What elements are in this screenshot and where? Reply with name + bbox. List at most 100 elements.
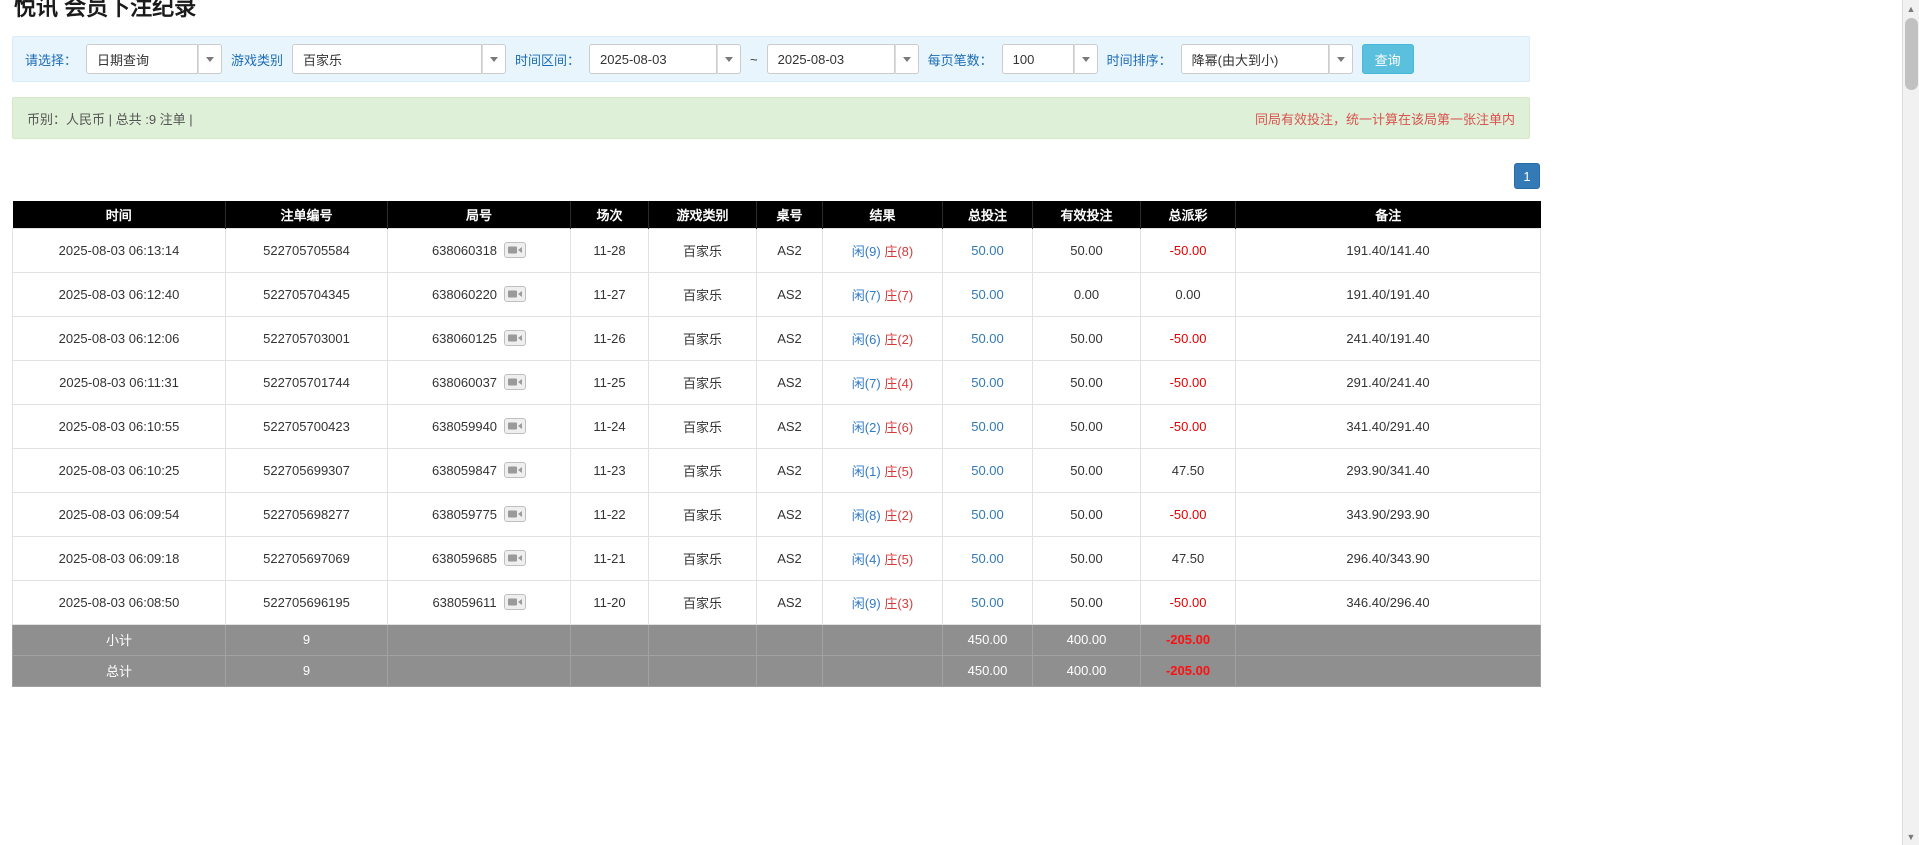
cell-round: 638059847 <box>387 447 571 493</box>
cell-round: 638059940 <box>387 403 571 449</box>
date-to-caret-button[interactable] <box>894 44 919 74</box>
cell-total-bet[interactable]: 50.00 <box>942 359 1033 405</box>
cell-session: 11-23 <box>570 447 649 493</box>
game-type-select[interactable]: 百家乐 <box>292 44 507 74</box>
table-footer: 小计 9 450.00 400.00 -205.00 总计 9 450.00 4… <box>12 623 1541 687</box>
replay-video-icon[interactable] <box>504 418 527 434</box>
cell-result: 闲(4) 庄(5) <box>822 535 943 581</box>
cell-total-bet[interactable]: 50.00 <box>942 491 1033 537</box>
cell-total-bet[interactable]: 50.00 <box>942 227 1033 273</box>
date-from-picker[interactable]: 2025-08-03 <box>589 44 742 74</box>
table-row: 2025-08-03 06:12:40 522705704345 6380602… <box>12 271 1541 317</box>
cell-total-bet[interactable]: 50.00 <box>942 403 1033 449</box>
grand-total-row: 总计 9 450.00 400.00 -205.00 <box>12 654 1541 687</box>
cell-table: AS2 <box>756 227 823 273</box>
replay-video-icon[interactable] <box>504 462 527 478</box>
cell-table: AS2 <box>756 447 823 493</box>
cell-payout: 0.00 <box>1140 271 1236 317</box>
page-title-wrap: 悦讯 会员下注纪录 <box>14 0 1542 24</box>
cell-valid-bet: 50.00 <box>1032 491 1141 537</box>
subtotal-payout: -205.00 <box>1140 623 1236 656</box>
empty-cell <box>648 623 757 656</box>
sort-select[interactable]: 降幂(由大到小) <box>1180 44 1353 74</box>
scroll-up-arrow-icon[interactable]: ▲ <box>1903 0 1919 17</box>
cell-bet-id: 522705704345 <box>225 271 388 317</box>
page-size-caret-button[interactable] <box>1073 44 1098 74</box>
cell-result: 闲(8) 庄(2) <box>822 491 943 537</box>
cell-payout: 47.50 <box>1140 535 1236 581</box>
game-type-caret-button[interactable] <box>482 44 507 74</box>
cell-bet-id: 522705698277 <box>225 491 388 537</box>
cell-table: AS2 <box>756 579 823 625</box>
date-from-value: 2025-08-03 <box>589 44 718 74</box>
date-from-caret-button[interactable] <box>717 44 742 74</box>
cell-round: 638060318 <box>387 227 571 273</box>
empty-cell <box>822 623 943 656</box>
cell-session: 11-20 <box>570 579 649 625</box>
replay-video-icon[interactable] <box>504 550 527 566</box>
page-size-label: 每页笔数： <box>927 52 993 68</box>
cell-game: 百家乐 <box>648 491 757 537</box>
page-size-select[interactable]: 100 <box>1001 44 1098 74</box>
cell-valid-bet: 50.00 <box>1032 403 1141 449</box>
result-banker: 庄(5) <box>884 551 914 567</box>
cell-bet-id: 522705703001 <box>225 315 388 361</box>
empty-cell <box>1235 654 1541 687</box>
cell-total-bet[interactable]: 50.00 <box>942 271 1033 317</box>
replay-video-icon[interactable] <box>504 242 527 258</box>
cell-table: AS2 <box>756 403 823 449</box>
result-player: 闲(6) <box>851 331 881 347</box>
table-row: 2025-08-03 06:13:14 522705705584 6380603… <box>12 227 1541 273</box>
query-type-select[interactable]: 日期查询 <box>86 44 223 74</box>
time-range-label: 时间区间： <box>515 52 581 68</box>
sort-caret-button[interactable] <box>1328 44 1353 74</box>
cell-round: 638059685 <box>387 535 571 581</box>
replay-video-icon[interactable] <box>503 594 526 610</box>
table-row: 2025-08-03 06:10:25 522705699307 6380598… <box>12 447 1541 493</box>
result-player: 闲(9) <box>851 243 881 259</box>
cell-total-bet[interactable]: 50.00 <box>942 535 1033 581</box>
chevron-down-icon <box>1336 56 1345 62</box>
header-payout: 总派彩 <box>1140 201 1236 228</box>
vertical-scrollbar[interactable]: ▲ ▼ <box>1902 0 1919 845</box>
cell-round: 638059775 <box>387 491 571 537</box>
replay-video-icon[interactable] <box>504 286 527 302</box>
cell-round: 638060037 <box>387 359 571 405</box>
scroll-down-arrow-icon[interactable]: ▼ <box>1903 828 1919 845</box>
cell-remark: 293.90/341.40 <box>1235 447 1541 493</box>
cell-total-bet[interactable]: 50.00 <box>942 579 1033 625</box>
round-id: 638059940 <box>431 418 498 434</box>
cell-total-bet[interactable]: 50.00 <box>942 315 1033 361</box>
cell-remark: 343.90/293.90 <box>1235 491 1541 537</box>
cell-result: 闲(9) 庄(3) <box>822 579 943 625</box>
date-to-picker[interactable]: 2025-08-03 <box>766 44 919 74</box>
cell-valid-bet: 50.00 <box>1032 579 1141 625</box>
page-1-button[interactable]: 1 <box>1514 163 1540 189</box>
empty-cell <box>1235 623 1541 656</box>
replay-video-icon[interactable] <box>504 506 527 522</box>
cell-payout: -50.00 <box>1140 491 1236 537</box>
cell-remark: 296.40/343.90 <box>1235 535 1541 581</box>
range-separator: ~ <box>750 51 758 67</box>
replay-video-icon[interactable] <box>504 374 527 390</box>
round-id: 638060318 <box>431 242 498 258</box>
cell-bet-id: 522705696195 <box>225 579 388 625</box>
replay-video-icon[interactable] <box>504 330 527 346</box>
cell-game: 百家乐 <box>648 315 757 361</box>
query-type-caret-button[interactable] <box>198 44 223 74</box>
cell-game: 百家乐 <box>648 579 757 625</box>
table-row: 2025-08-03 06:10:55 522705700423 6380599… <box>12 403 1541 449</box>
round-id: 638059847 <box>431 462 498 478</box>
empty-cell <box>756 623 823 656</box>
chevron-down-icon <box>1081 56 1090 62</box>
result-banker: 庄(2) <box>884 507 914 523</box>
round-id: 638059685 <box>431 550 498 566</box>
cell-round: 638060220 <box>387 271 571 317</box>
query-button[interactable]: 查询 <box>1361 44 1414 74</box>
cell-time: 2025-08-03 06:13:14 <box>12 227 226 273</box>
cell-total-bet[interactable]: 50.00 <box>942 447 1033 493</box>
cell-time: 2025-08-03 06:08:50 <box>12 579 226 625</box>
scrollbar-thumb[interactable] <box>1905 18 1918 90</box>
result-banker: 庄(7) <box>884 287 914 303</box>
cell-payout: -50.00 <box>1140 227 1236 273</box>
